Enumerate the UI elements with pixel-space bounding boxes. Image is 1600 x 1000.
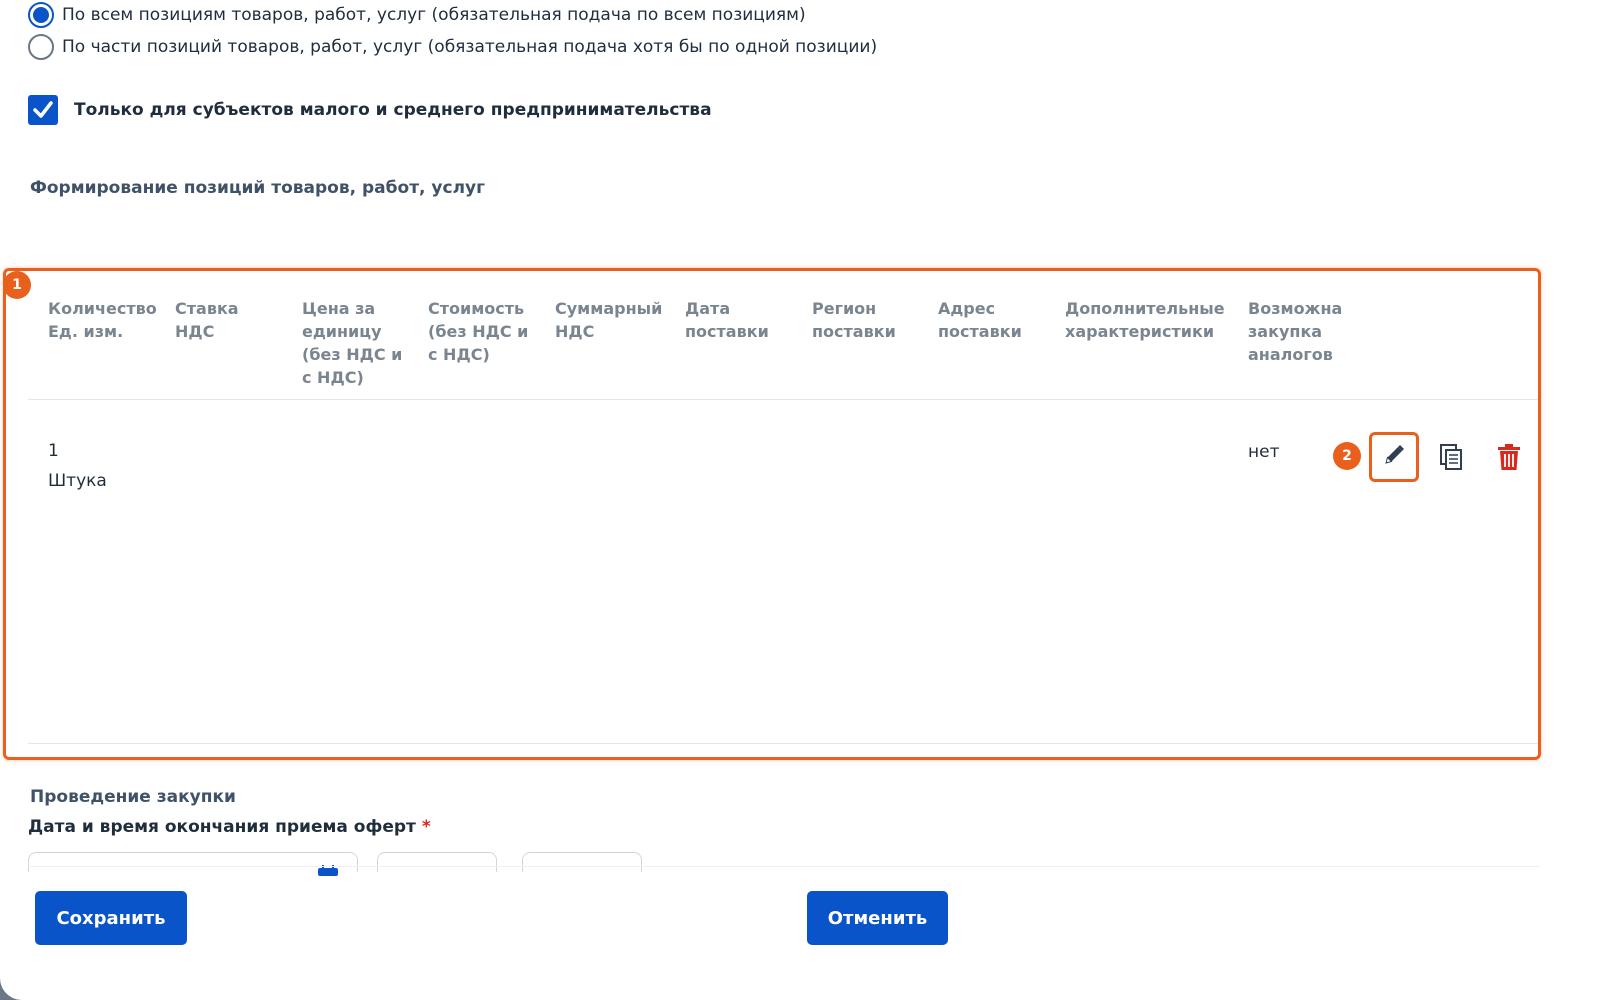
callout-badge-1: 1	[3, 271, 31, 299]
checkbox-checked-icon[interactable]	[28, 95, 58, 125]
column-header-vat-rate: Ставка НДС	[175, 299, 239, 341]
column-header-unit-price: Цена за единицу (без НДС и с НДС)	[302, 299, 403, 387]
column-header-delivery-region: Регион поставки	[812, 299, 896, 341]
column-header-cost: Стоимость (без НДС и с НДС)	[428, 299, 529, 364]
required-mark: *	[421, 817, 431, 837]
deadline-minutes-input[interactable]	[522, 852, 642, 872]
scroll-cut-divider	[28, 866, 1540, 867]
callout-badge-2: 2	[1333, 442, 1361, 470]
table-bottom-divider	[28, 743, 1538, 744]
procurement-section-title: Проведение закупки	[30, 787, 236, 807]
radio-label: По части позиций товаров, работ, услуг (…	[62, 37, 878, 57]
copy-row-button[interactable]	[1435, 442, 1467, 476]
column-header-quantity: Количество Ед. изм.	[48, 299, 157, 341]
positions-section-title: Формирование позиций товаров, работ, усл…	[30, 178, 485, 198]
pencil-icon	[1381, 442, 1407, 472]
row-unit: Штука	[48, 471, 107, 491]
delete-row-button[interactable]	[1493, 442, 1525, 476]
row-analogs: нет	[1248, 442, 1280, 462]
cancel-button[interactable]: Отменить	[807, 891, 948, 945]
edit-row-button[interactable]	[1369, 432, 1419, 482]
column-header-delivery-date: Дата поставки	[685, 299, 769, 341]
calendar-icon	[317, 861, 339, 880]
radio-button[interactable]	[28, 34, 54, 60]
save-button[interactable]: Сохранить	[35, 891, 187, 945]
column-header-analogs: Возможна закупка аналогов	[1248, 299, 1343, 364]
radio-partial-positions[interactable]: По части позиций товаров, работ, услуг (…	[28, 34, 877, 60]
sme-only-label: Только для субъектов малого и среднего п…	[74, 100, 712, 120]
column-header-delivery-address: Адрес поставки	[938, 299, 1022, 341]
radio-button-checked[interactable]	[28, 2, 54, 28]
row-quantity: 1	[48, 441, 59, 461]
sme-only-checkbox-row[interactable]: Только для субъектов малого и среднего п…	[28, 95, 712, 125]
column-header-extra-characteristics: Дополнительные характеристики	[1065, 299, 1225, 341]
deadline-date-input[interactable]	[28, 852, 358, 876]
trash-icon	[1497, 443, 1521, 475]
radio-all-positions[interactable]: По всем позициям товаров, работ, услуг (…	[28, 2, 806, 28]
column-header-total-vat: Суммарный НДС	[555, 299, 663, 341]
copy-icon	[1439, 443, 1463, 475]
deadline-hours-input[interactable]	[377, 852, 497, 872]
table-header-divider	[28, 399, 1538, 400]
deadline-field-label: Дата и время окончания приема оферт *	[28, 817, 431, 837]
radio-label: По всем позициям товаров, работ, услуг (…	[62, 5, 806, 25]
deadline-label-text: Дата и время окончания приема оферт	[28, 817, 416, 837]
window-corner	[0, 978, 22, 1000]
